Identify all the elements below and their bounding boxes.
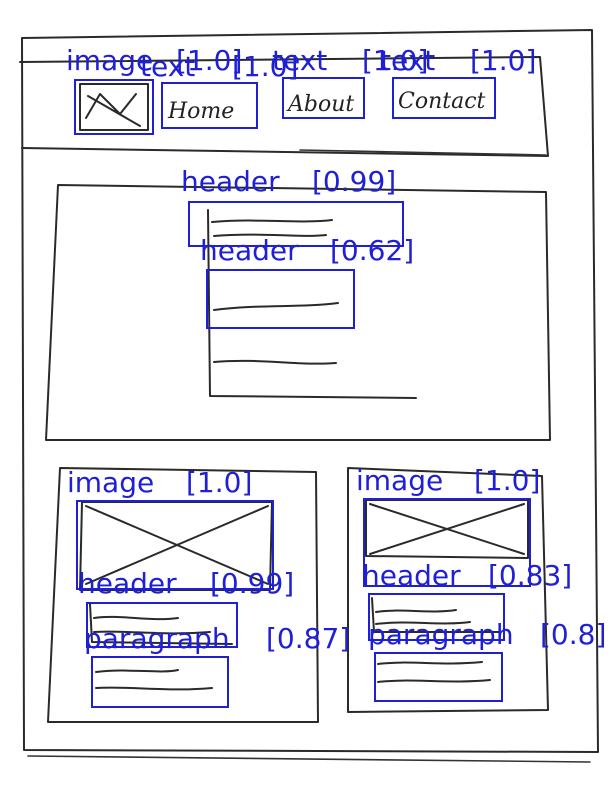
svg-text:[1.0]: [1.0] xyxy=(474,464,540,497)
svg-text:[1.0]: [1.0] xyxy=(186,466,252,499)
hero-frame xyxy=(45,184,551,441)
svg-text:header: header xyxy=(362,559,461,592)
svg-text:header: header xyxy=(181,165,280,198)
card-right-image-placeholder xyxy=(365,499,529,559)
svg-text:text: text xyxy=(272,44,327,77)
detection-overlay: image [1.0] text [1.0] text [1.0] text [… xyxy=(66,44,606,708)
svg-text:header: header xyxy=(78,567,177,600)
sketch-nav-contact: Contact xyxy=(398,89,486,114)
sketch-nav-home: Home xyxy=(167,99,234,124)
svg-text:[0.99]: [0.99] xyxy=(210,567,294,600)
svg-text:paragraph: paragraph xyxy=(84,622,230,655)
svg-text:image: image xyxy=(67,466,154,499)
svg-text:[0.87]: [0.87] xyxy=(266,622,350,655)
det-card1-paragraph: paragraph [0.87] xyxy=(84,622,350,708)
svg-text:header: header xyxy=(200,234,299,267)
svg-text:[0.83]: [0.83] xyxy=(488,559,572,592)
sketch-nav-about: About xyxy=(286,92,354,117)
wireframe-sketch: Home About Contact image [1.0] text [1.0… xyxy=(19,29,606,763)
svg-text:paragraph: paragraph xyxy=(368,618,514,651)
det-card2-paragraph: paragraph [0.8] xyxy=(368,618,606,702)
svg-text:[0.8]: [0.8] xyxy=(540,618,606,651)
svg-text:[0.62]: [0.62] xyxy=(330,234,414,267)
logo-placeholder xyxy=(79,83,149,131)
page-frame-bottom-stroke xyxy=(27,755,591,763)
svg-text:[0.99]: [0.99] xyxy=(312,165,396,198)
svg-text:[1.0]: [1.0] xyxy=(470,44,536,77)
svg-text:text: text xyxy=(380,44,435,77)
svg-text:text: text xyxy=(140,50,195,83)
det-hero-subheader: header [0.62] xyxy=(200,234,414,329)
svg-text:image: image xyxy=(356,464,443,497)
